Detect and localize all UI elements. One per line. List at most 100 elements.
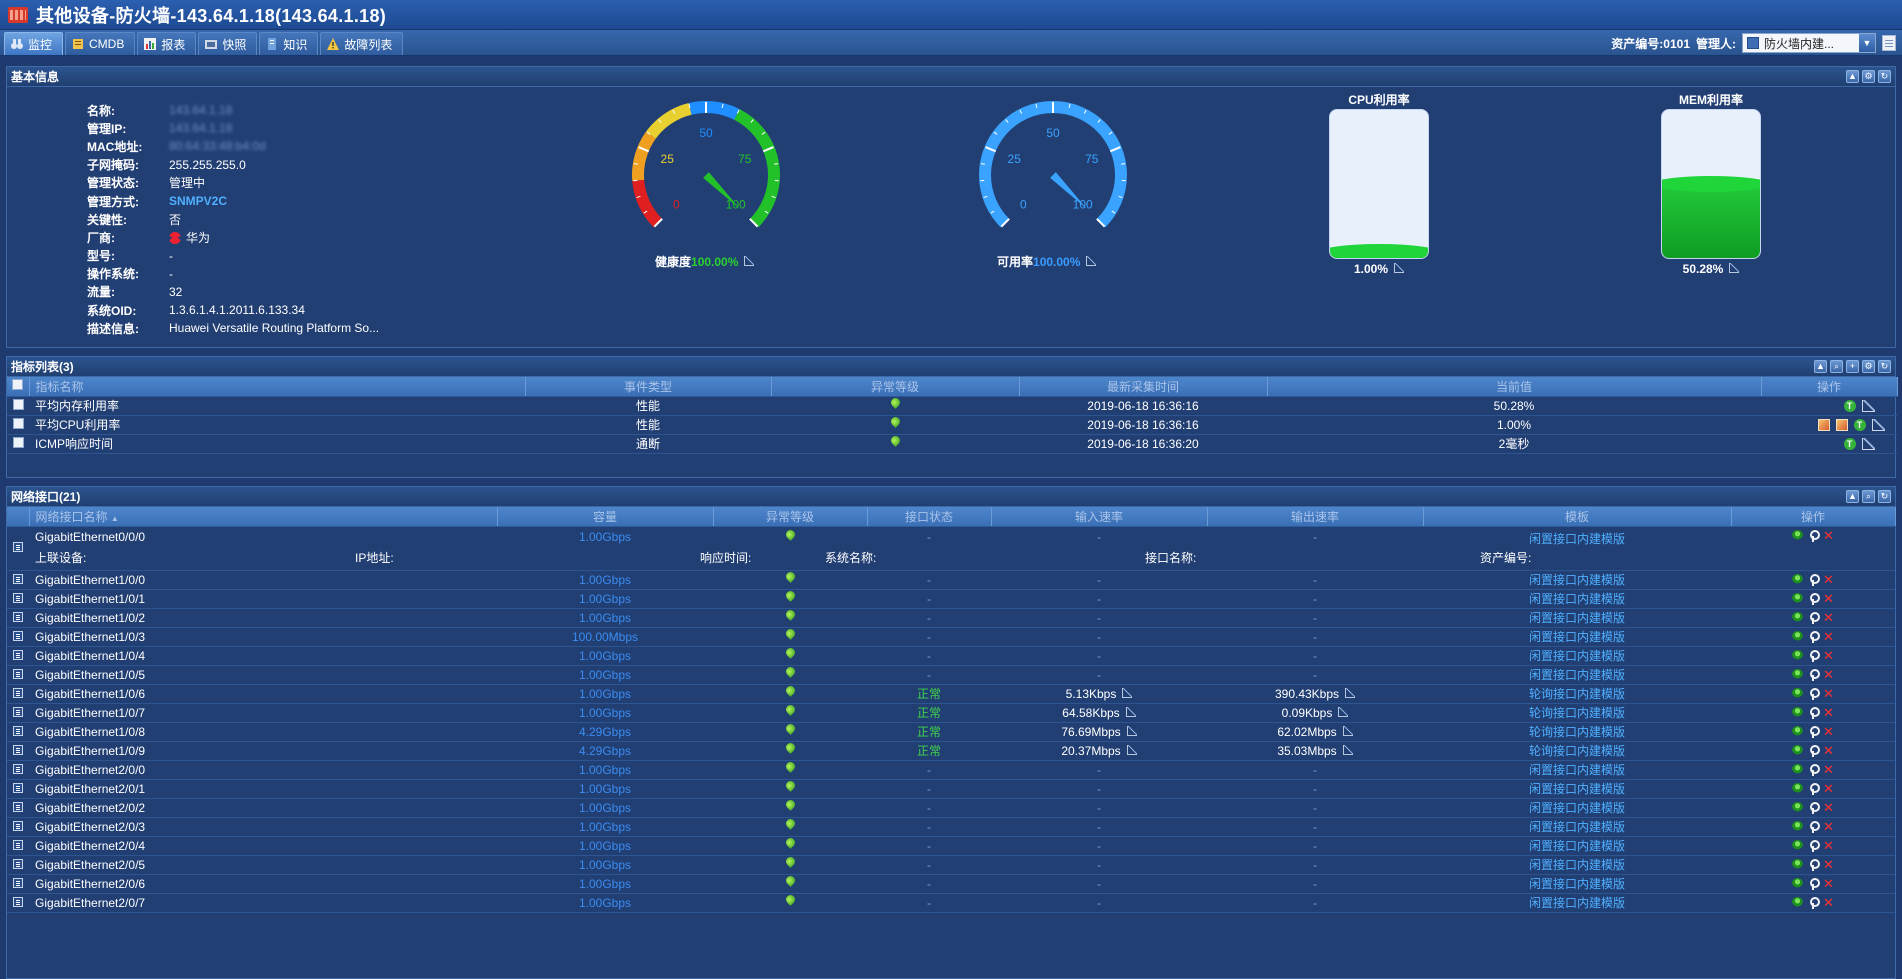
row-expand-toggle[interactable] [7, 836, 29, 856]
template-link[interactable]: 闲置接口内建模版 [1423, 665, 1731, 685]
table-row[interactable]: 平均CPU利用率 性能 2019-06-18 16:36:16 1.00% T [7, 415, 1897, 435]
delete-icon[interactable]: ✕ [1823, 630, 1834, 643]
select-all-checkbox[interactable] [7, 377, 30, 397]
col-event-type[interactable]: 事件类型 [525, 377, 772, 397]
interface-name[interactable]: GigabitEthernet2/0/4 [35, 839, 145, 853]
history-chart-icon[interactable] [1861, 399, 1875, 412]
table-row[interactable]: GigabitEthernet2/0/1 1.00Gbps - - - 闲置接口内建模版 ✕ [7, 779, 1895, 799]
expand-icon[interactable] [13, 782, 23, 793]
user-icon[interactable] [1792, 783, 1804, 794]
table-row[interactable]: GigabitEthernet1/0/9 4.29Gbps 正常 20.37Mbps 3… [7, 741, 1895, 761]
manager-select[interactable]: 防火墙内建... ▼ [1742, 33, 1876, 53]
key-icon[interactable] [1809, 782, 1821, 795]
table-row[interactable]: GigabitEthernet2/0/0 1.00Gbps - - - 闲置接口内建模版 ✕ [7, 760, 1895, 780]
key-icon[interactable] [1809, 668, 1821, 681]
interface-name-cell[interactable]: GigabitEthernet0/0/0 上联设备: IP地址: 响应时间: 系统名称:… [29, 526, 1531, 571]
history-chart-icon[interactable] [1338, 706, 1349, 717]
search-icon[interactable]: ⌕ [1830, 360, 1843, 373]
template-link[interactable]: 闲置接口内建模版 [1423, 893, 1731, 913]
chevron-down-icon[interactable]: ▼ [1859, 34, 1875, 52]
template-link[interactable]: 闲置接口内建模版 [1423, 779, 1731, 799]
key-icon[interactable] [1809, 744, 1821, 757]
gear-icon[interactable]: ⚙ [1862, 360, 1875, 373]
interface-name[interactable]: GigabitEthernet1/0/6 [35, 687, 145, 701]
document-icon[interactable] [1882, 35, 1896, 51]
template-link[interactable]: 轮询接口内建模版 [1423, 741, 1731, 761]
interface-name[interactable]: GigabitEthernet1/0/0 [35, 573, 145, 587]
expand-icon[interactable] [13, 611, 23, 622]
col-metric-name[interactable]: 指标名称 [29, 377, 526, 397]
table-row[interactable]: GigabitEthernet1/0/4 1.00Gbps - - - 闲置接口内建模版 ✕ [7, 646, 1895, 666]
col-anomaly-level[interactable]: 异常等级 [713, 507, 868, 527]
key-icon[interactable] [1809, 858, 1821, 871]
delete-icon[interactable]: ✕ [1823, 592, 1834, 605]
delete-icon[interactable]: ✕ [1823, 706, 1834, 719]
template-link[interactable]: 闲置接口内建模版 [1423, 627, 1731, 647]
user-icon[interactable] [1792, 859, 1804, 870]
template-link[interactable]: 闲置接口内建模版 [1423, 760, 1731, 780]
tab-cmdb[interactable]: CMDB [65, 32, 136, 55]
threshold-icon[interactable]: T [1853, 418, 1866, 431]
template-link[interactable]: 闲置接口内建模版 [1423, 836, 1731, 856]
key-icon[interactable] [1809, 820, 1821, 833]
table-row[interactable]: GigabitEthernet1/0/5 1.00Gbps - - - 闲置接口内建模版 ✕ [7, 665, 1895, 685]
history-chart-icon[interactable] [1125, 706, 1136, 717]
key-icon[interactable] [1809, 706, 1821, 719]
history-chart-icon[interactable] [744, 256, 755, 266]
row-expand-toggle[interactable] [7, 684, 29, 704]
key-icon[interactable] [1809, 611, 1821, 624]
col-input-rate[interactable]: 输入速率 [991, 507, 1208, 527]
template-link[interactable]: 闲置接口内建模版 [1423, 646, 1731, 666]
key-icon[interactable] [1809, 763, 1821, 776]
key-icon[interactable] [1809, 896, 1821, 909]
key-icon[interactable] [1809, 687, 1821, 700]
interface-name-cell[interactable]: GigabitEthernet2/0/2 [29, 798, 497, 818]
row-expand-toggle[interactable] [7, 741, 29, 761]
col-template[interactable]: 模板 [1423, 507, 1732, 527]
history-chart-icon[interactable] [1394, 263, 1405, 273]
user-icon[interactable] [1792, 612, 1804, 623]
user-icon[interactable] [1792, 650, 1804, 661]
history-chart-icon[interactable] [1345, 687, 1356, 698]
table-row[interactable]: 平均内存利用率 性能 2019-06-18 16:36:16 50.28% T [7, 396, 1897, 416]
template-link[interactable]: 闲置接口内建模版 [1423, 817, 1731, 837]
user-icon[interactable] [1792, 669, 1804, 680]
interface-name-cell[interactable]: GigabitEthernet2/0/1 [29, 779, 497, 799]
metric-name[interactable]: 平均内存利用率 [29, 396, 525, 416]
template-link[interactable]: 轮询接口内建模版 [1423, 684, 1731, 704]
col-capacity[interactable]: 容量 [497, 507, 714, 527]
expand-icon[interactable] [13, 687, 23, 698]
expand-icon[interactable] [13, 542, 23, 552]
interface-name-cell[interactable]: GigabitEthernet2/0/3 [29, 817, 497, 837]
template-link[interactable]: 闲置接口内建模版 [1423, 589, 1731, 609]
collapse-icon[interactable]: ▲ [1846, 490, 1859, 503]
row-expand-toggle[interactable] [7, 703, 29, 723]
user-icon[interactable] [1792, 530, 1804, 541]
delete-icon[interactable]: ✕ [1823, 529, 1834, 542]
row-expand-toggle[interactable] [7, 893, 29, 913]
interface-name[interactable]: GigabitEthernet2/0/5 [35, 858, 145, 872]
interface-name[interactable]: GigabitEthernet2/0/6 [35, 877, 145, 891]
user-icon[interactable] [1792, 593, 1804, 604]
user-icon[interactable] [1792, 840, 1804, 851]
interface-name-cell[interactable]: GigabitEthernet1/0/4 [29, 646, 497, 666]
gear-icon[interactable]: ⚙ [1862, 70, 1875, 83]
expand-icon[interactable] [13, 725, 23, 736]
history-chart-icon[interactable] [1122, 687, 1133, 698]
history-chart-icon[interactable] [1861, 437, 1875, 450]
tab-fault-list[interactable]: 故障列表 [320, 32, 404, 55]
interface-name-cell[interactable]: GigabitEthernet1/0/0 [29, 570, 497, 590]
delete-icon[interactable]: ✕ [1823, 858, 1834, 871]
metric-name[interactable]: ICMP响应时间 [29, 434, 525, 454]
row-expand-toggle[interactable] [7, 817, 29, 837]
expand-icon[interactable] [13, 877, 23, 888]
table-row[interactable]: GigabitEthernet1/0/6 1.00Gbps 正常 5.13Kbps 39… [7, 684, 1895, 704]
threshold-icon[interactable]: T [1843, 437, 1856, 450]
interface-name-cell[interactable]: GigabitEthernet1/0/7 [29, 703, 497, 723]
add-icon[interactable]: + [1846, 360, 1859, 373]
row-expand-toggle[interactable] [7, 627, 29, 647]
history-chart-icon[interactable] [1871, 418, 1885, 431]
col-latest-time[interactable]: 最新采集时间 [1019, 377, 1268, 397]
col-interface-status[interactable]: 接口状态 [867, 507, 992, 527]
delete-icon[interactable]: ✕ [1823, 668, 1834, 681]
